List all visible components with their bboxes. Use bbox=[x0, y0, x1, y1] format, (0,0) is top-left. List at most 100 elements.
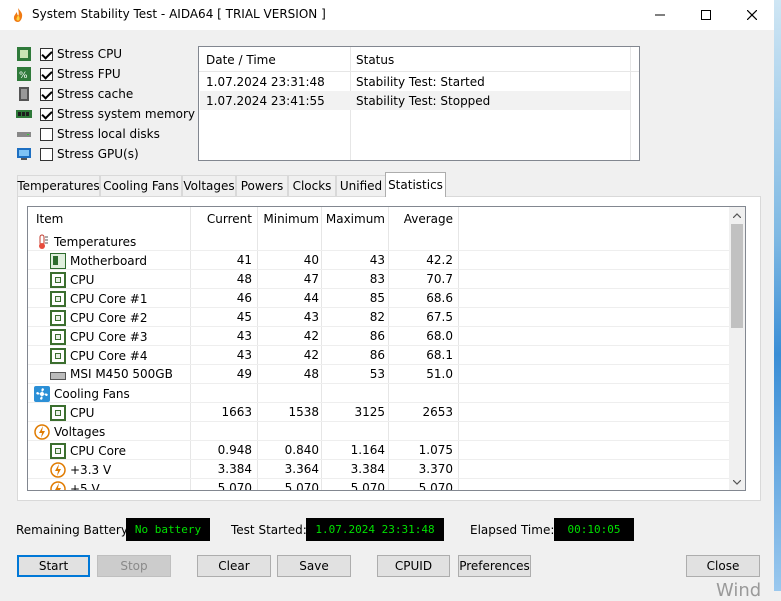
minimize-button[interactable] bbox=[637, 0, 683, 30]
clear-button[interactable]: Clear bbox=[197, 555, 271, 577]
stress-disks-checkbox[interactable] bbox=[40, 127, 53, 141]
scroll-down-button[interactable] bbox=[729, 474, 745, 490]
table-row[interactable]: CPU Core #3 43 42 86 68.0 bbox=[28, 327, 731, 346]
stress-disks-option[interactable]: Stress local disks bbox=[16, 125, 160, 143]
chip-icon bbox=[50, 329, 66, 345]
cell-current: 43 bbox=[236, 348, 252, 362]
start-button[interactable]: Start bbox=[17, 555, 90, 577]
table-row[interactable]: Voltages bbox=[28, 422, 731, 441]
stress-fpu-checkbox[interactable] bbox=[40, 67, 53, 81]
table-row[interactable]: +5 V 5.070 5.070 5.070 5.070 bbox=[28, 479, 731, 491]
table-row[interactable]: Temperatures bbox=[28, 232, 731, 251]
cache-icon bbox=[16, 86, 32, 102]
header-minimum[interactable]: Minimum bbox=[258, 212, 319, 226]
row-name: MSI M450 500GB bbox=[70, 367, 173, 381]
cell-current: 1663 bbox=[221, 405, 252, 419]
table-row[interactable]: +3.3 V 3.384 3.364 3.384 3.370 bbox=[28, 460, 731, 479]
stress-fpu-label: Stress FPU bbox=[57, 67, 121, 81]
maximize-button[interactable] bbox=[683, 0, 729, 30]
tab-temperatures[interactable]: Temperatures bbox=[17, 175, 100, 196]
header-maximum[interactable]: Maximum bbox=[322, 212, 385, 226]
cell-average: 51.0 bbox=[426, 367, 453, 381]
tab-unified[interactable]: Unified bbox=[336, 175, 386, 196]
close-icon bbox=[747, 10, 757, 20]
battery-value: No battery bbox=[126, 518, 210, 541]
cell-minimum: 42 bbox=[303, 329, 319, 343]
chip-icon bbox=[50, 348, 66, 364]
cell-minimum: 40 bbox=[303, 253, 319, 267]
header-current[interactable]: Current bbox=[191, 212, 252, 226]
group-label: Temperatures bbox=[54, 235, 137, 249]
preferences-button[interactable]: Preferences bbox=[458, 555, 531, 577]
close-button[interactable]: Close bbox=[686, 555, 760, 577]
tab-statistics[interactable]: Statistics bbox=[385, 172, 446, 197]
header-item[interactable]: Item bbox=[36, 212, 63, 226]
vertical-scrollbar[interactable] bbox=[729, 207, 745, 490]
stress-gpu-option[interactable]: Stress GPU(s) bbox=[16, 145, 139, 163]
log-header-divider bbox=[199, 71, 639, 72]
table-row[interactable]: CPU 48 47 83 70.7 bbox=[28, 270, 731, 289]
disk-icon bbox=[16, 126, 32, 142]
stress-memory-checkbox[interactable] bbox=[40, 107, 53, 121]
cell-current: 45 bbox=[236, 310, 252, 324]
stress-fpu-option[interactable]: % Stress FPU bbox=[16, 65, 121, 83]
table-row[interactable]: CPU Core #4 43 42 86 68.1 bbox=[28, 346, 731, 365]
log-row-2-status: Stability Test: Stopped bbox=[356, 94, 491, 108]
window-close-button[interactable] bbox=[729, 0, 775, 30]
stress-cpu-checkbox[interactable] bbox=[40, 47, 53, 61]
chip-icon bbox=[50, 405, 66, 421]
status-log[interactable]: Date / Time Status 1.07.2024 23:31:48 St… bbox=[198, 46, 640, 161]
voltage-icon bbox=[50, 481, 66, 490]
scroll-thumb[interactable] bbox=[731, 224, 743, 328]
stress-cpu-label: Stress CPU bbox=[57, 47, 123, 61]
cell-average: 5.070 bbox=[418, 481, 453, 491]
table-row[interactable]: Motherboard 41 40 43 42.2 bbox=[28, 251, 731, 270]
row-name: CPU bbox=[70, 273, 95, 287]
scroll-up-button[interactable] bbox=[729, 207, 745, 223]
table-row[interactable]: CPU 1663 1538 3125 2653 bbox=[28, 403, 731, 422]
stress-memory-option[interactable]: Stress system memory bbox=[16, 105, 195, 123]
table-row[interactable]: CPU Core #1 46 44 85 68.6 bbox=[28, 289, 731, 308]
group-label: Voltages bbox=[54, 425, 106, 439]
header-average[interactable]: Average bbox=[389, 212, 453, 226]
stress-gpu-label: Stress GPU(s) bbox=[57, 147, 139, 161]
tab-clocks[interactable]: Clocks bbox=[288, 175, 336, 196]
flame-icon bbox=[10, 7, 26, 23]
stress-cache-checkbox[interactable] bbox=[40, 87, 53, 101]
log-row-2-datetime: 1.07.2024 23:41:55 bbox=[206, 94, 325, 108]
ssd-icon bbox=[50, 372, 66, 380]
svg-text:%: % bbox=[19, 71, 28, 81]
chip-icon bbox=[50, 443, 66, 459]
stress-cpu-option[interactable]: Stress CPU bbox=[16, 45, 122, 63]
cell-maximum: 1.164 bbox=[350, 443, 385, 457]
cell-minimum: 43 bbox=[303, 310, 319, 324]
cpu-chip-icon bbox=[16, 46, 32, 62]
voltage-icon bbox=[34, 424, 50, 440]
voltage-icon bbox=[50, 462, 66, 478]
tab-powers[interactable]: Powers bbox=[236, 175, 288, 196]
maximize-icon bbox=[701, 10, 711, 20]
log-row-1-status: Stability Test: Started bbox=[356, 75, 485, 89]
log-header-datetime[interactable]: Date / Time bbox=[206, 53, 276, 67]
tab-voltages[interactable]: Voltages bbox=[182, 175, 236, 196]
cell-current: 0.948 bbox=[217, 443, 252, 457]
test-started-value: 1.07.2024 23:31:48 bbox=[306, 518, 444, 541]
tab-cooling-fans[interactable]: Cooling Fans bbox=[100, 175, 182, 196]
table-row[interactable]: Cooling Fans bbox=[28, 384, 731, 403]
table-row[interactable]: CPU Core 0.948 0.840 1.164 1.075 bbox=[28, 441, 731, 460]
stress-gpu-checkbox[interactable] bbox=[40, 147, 53, 161]
fan-icon bbox=[34, 386, 50, 402]
cell-minimum: 5.070 bbox=[284, 481, 319, 491]
cell-current: 5.070 bbox=[217, 481, 252, 491]
save-button[interactable]: Save bbox=[277, 555, 351, 577]
row-name: +5 V bbox=[70, 482, 100, 491]
stress-cache-option[interactable]: Stress cache bbox=[16, 85, 133, 103]
log-header-status[interactable]: Status bbox=[356, 53, 394, 67]
statistics-table[interactable]: Item Current Minimum Maximum Average Tem… bbox=[27, 206, 746, 491]
cpuid-button[interactable]: CPUID bbox=[377, 555, 450, 577]
chip-icon bbox=[50, 310, 66, 326]
table-row[interactable]: MSI M450 500GB 49 48 53 51.0 bbox=[28, 365, 731, 384]
group-label: Cooling Fans bbox=[54, 387, 130, 401]
stop-button[interactable]: Stop bbox=[97, 555, 171, 577]
table-row[interactable]: CPU Core #2 45 43 82 67.5 bbox=[28, 308, 731, 327]
